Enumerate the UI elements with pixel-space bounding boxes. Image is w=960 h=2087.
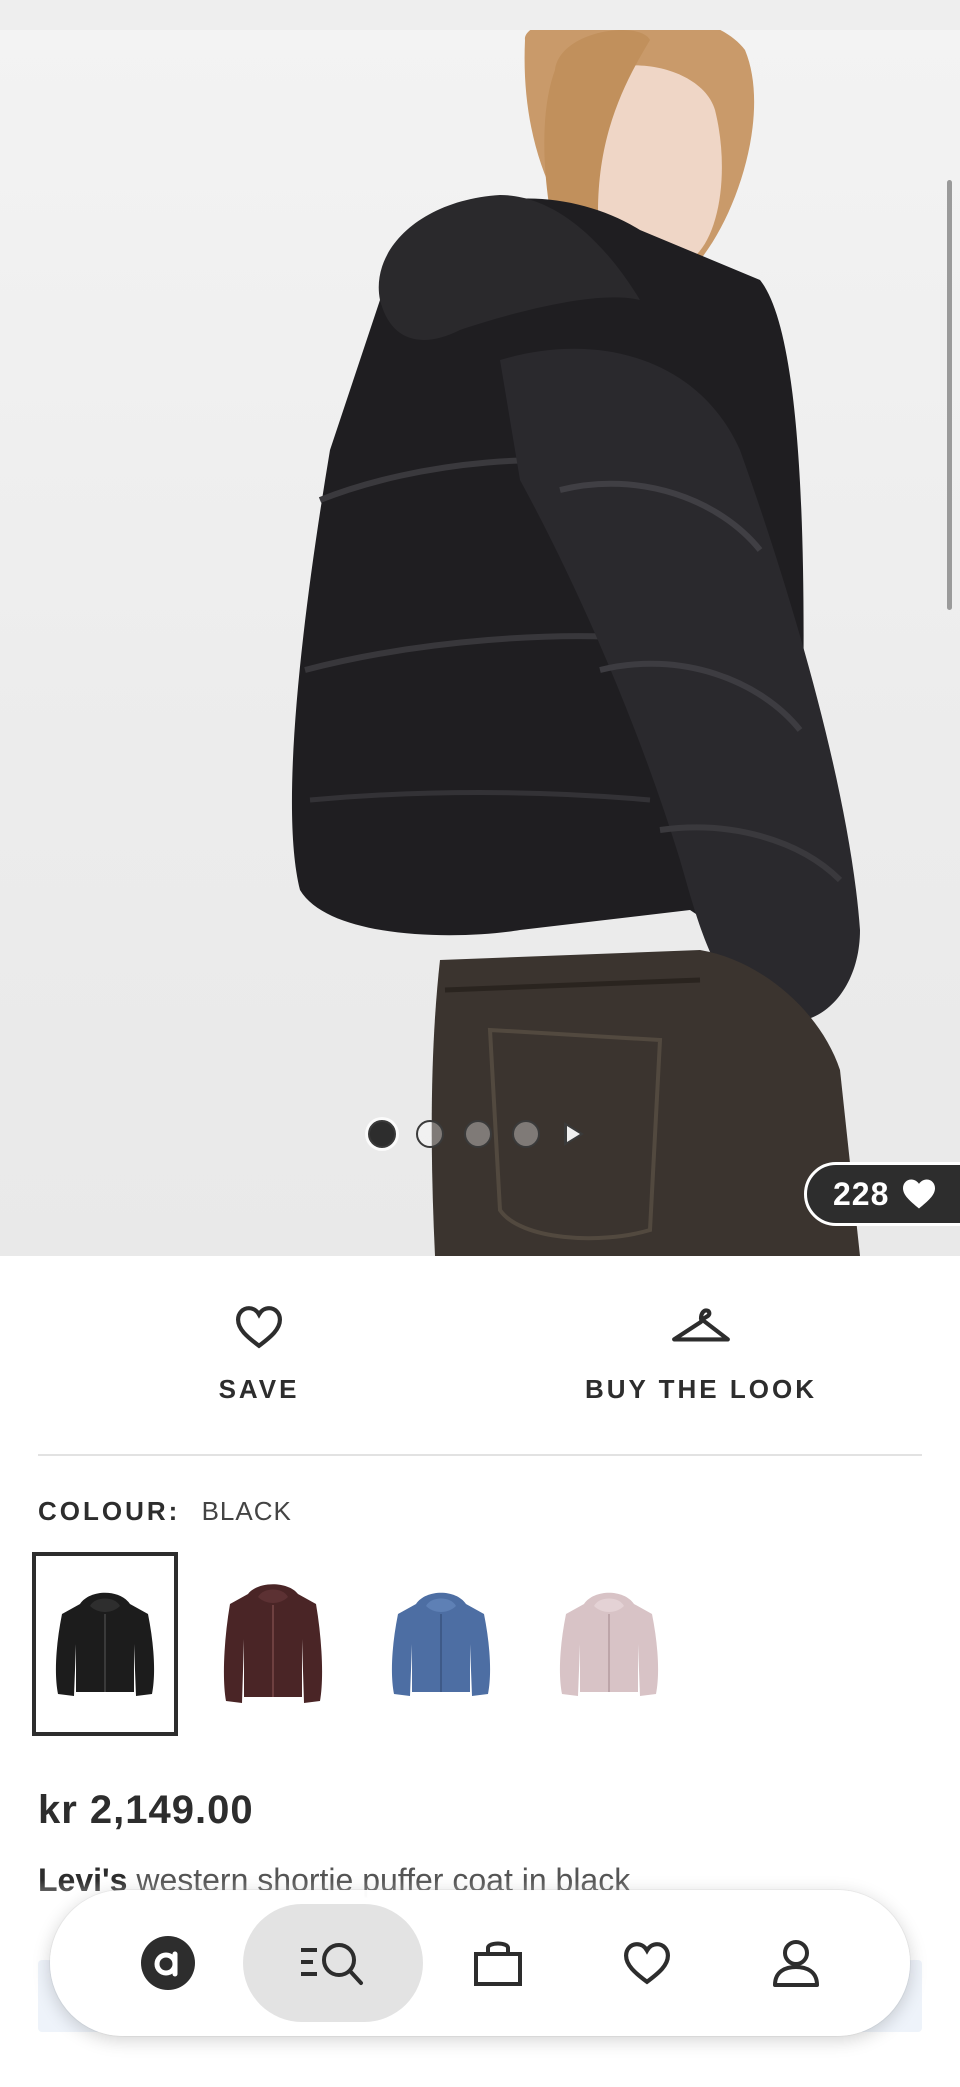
- carousel-dot-4[interactable]: [512, 1120, 540, 1148]
- asos-home-icon: [141, 1936, 196, 1990]
- save-button[interactable]: SAVE: [38, 1256, 480, 1454]
- hanger-icon: [672, 1308, 730, 1342]
- carousel-dot-3[interactable]: [464, 1120, 492, 1148]
- nav-account[interactable]: [721, 1904, 870, 2022]
- saved-heart-icon: [623, 1942, 670, 1985]
- carousel-dot-1[interactable]: [368, 1120, 396, 1148]
- jacket-thumbnail: [55, 1592, 155, 1696]
- image-scrollbar[interactable]: [947, 180, 952, 610]
- colour-key: COLOUR:: [38, 1496, 181, 1526]
- colour-value: BLACK: [201, 1496, 292, 1526]
- bag-icon: [473, 1941, 522, 1986]
- jacket-thumbnail: [391, 1592, 491, 1696]
- product-price: kr 2,149.00: [38, 1788, 254, 1832]
- nav-search[interactable]: [242, 1904, 424, 2022]
- account-icon: [772, 1940, 819, 1987]
- nav-bag[interactable]: [423, 1904, 572, 2022]
- heart-icon: [235, 1306, 283, 1349]
- buy-the-look-button[interactable]: BUY THE LOOK: [480, 1256, 922, 1454]
- colour-swatches: [32, 1552, 682, 1736]
- jacket-thumbnail: [223, 1584, 323, 1703]
- search-icon: [301, 1943, 364, 1985]
- save-count-number: 228: [833, 1175, 890, 1212]
- product-actions: SAVE BUY THE LOOK: [38, 1256, 922, 1456]
- carousel-next-icon[interactable]: [564, 1122, 584, 1146]
- nav-home[interactable]: [94, 1904, 243, 2022]
- nav-saved[interactable]: [572, 1904, 721, 2022]
- buy-the-look-label: BUY THE LOOK: [585, 1374, 817, 1404]
- heart-filled-icon: [903, 1179, 936, 1209]
- carousel-pagination: [368, 1120, 584, 1148]
- swatch-blue[interactable]: [368, 1552, 514, 1736]
- carousel-dot-2[interactable]: [416, 1120, 444, 1148]
- swatch-pink[interactable]: [536, 1552, 682, 1736]
- swatch-burgundy[interactable]: [200, 1552, 346, 1736]
- jacket-thumbnail: [559, 1592, 659, 1696]
- save-label: SAVE: [218, 1374, 300, 1404]
- swatch-black[interactable]: [32, 1552, 178, 1736]
- product-photo: [291, 30, 860, 1256]
- bottom-navigation: [50, 1890, 910, 2036]
- status-bar: [0, 0, 960, 30]
- colour-selector-label: COLOUR: BLACK: [38, 1496, 292, 1527]
- save-count-badge: 228: [804, 1162, 960, 1226]
- product-image-carousel[interactable]: [0, 30, 960, 1256]
